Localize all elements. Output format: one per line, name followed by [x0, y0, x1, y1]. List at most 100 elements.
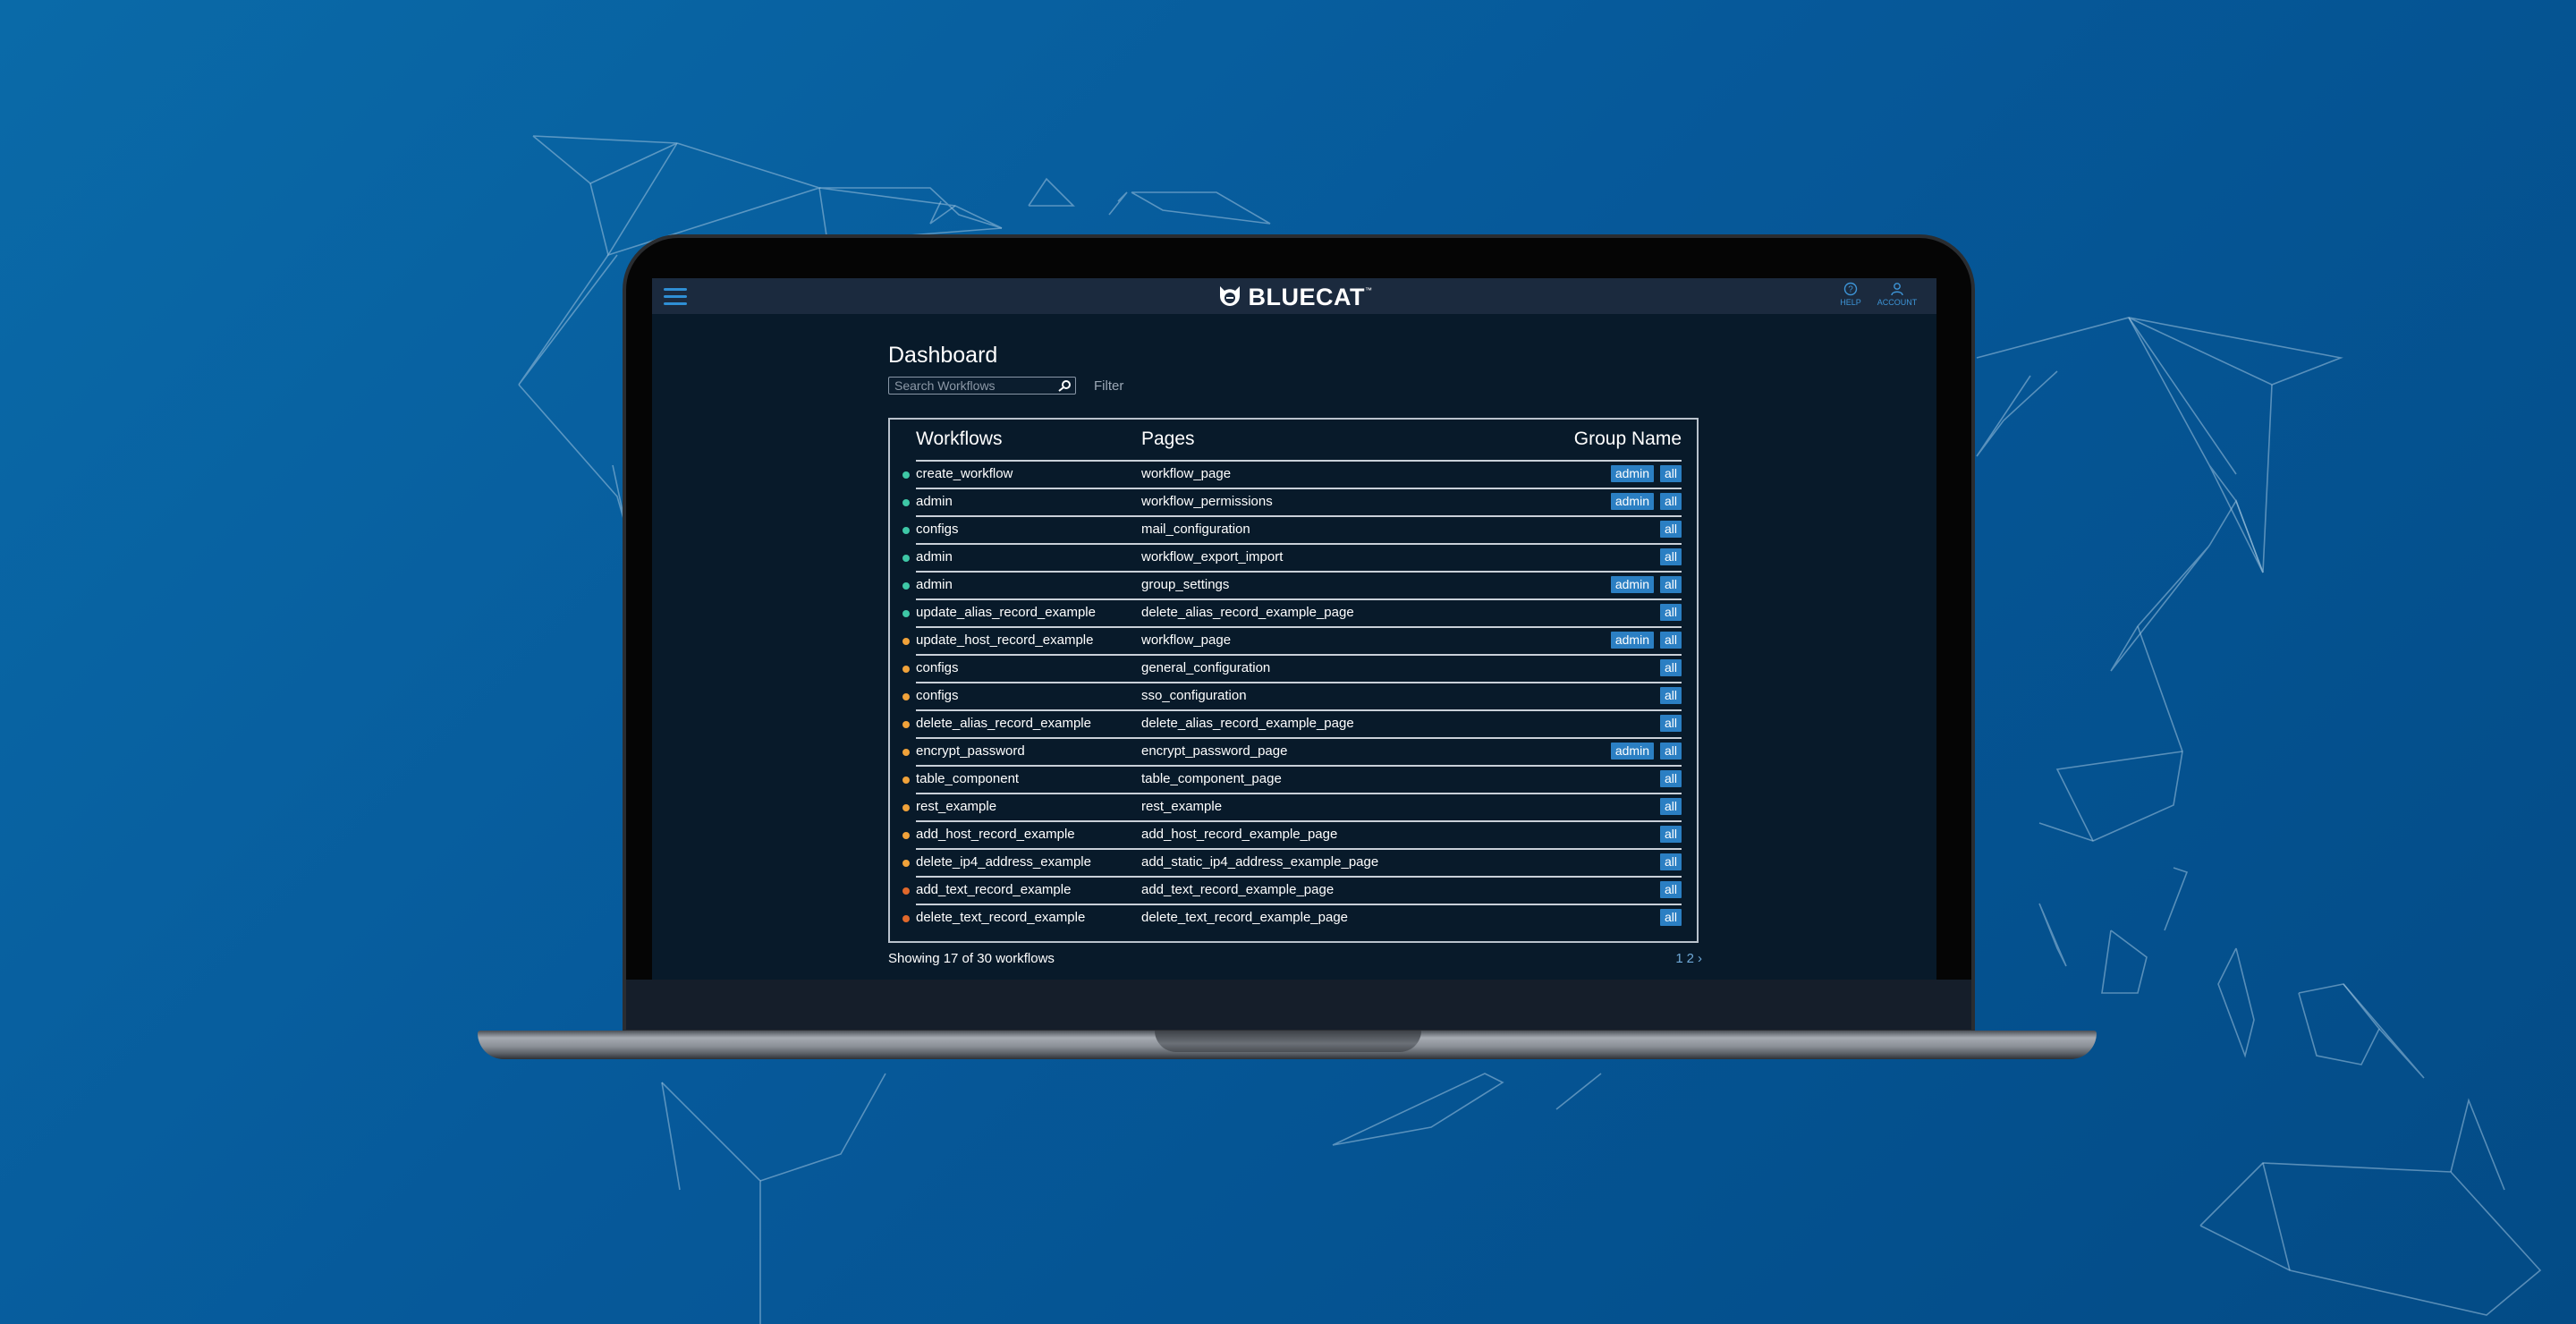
status-dot	[902, 860, 910, 867]
page-name[interactable]: delete_text_record_example_page	[1141, 910, 1348, 925]
workflow-name[interactable]: admin	[916, 577, 953, 592]
workflow-name[interactable]: configs	[916, 522, 959, 537]
status-dot	[902, 749, 910, 756]
workflow-name[interactable]: admin	[916, 494, 953, 509]
table-row[interactable]: encrypt_password encrypt_password_page adm…	[890, 737, 1697, 765]
workflow-name[interactable]: admin	[916, 549, 953, 564]
workflow-name[interactable]: rest_example	[916, 799, 996, 814]
group-tags: all	[1659, 909, 1682, 926]
page-name[interactable]: workflow_export_import	[1141, 549, 1283, 564]
group-tag-admin[interactable]: admin	[1610, 465, 1654, 482]
workflow-name[interactable]: update_alias_record_example	[916, 605, 1096, 620]
column-header-pages[interactable]: Pages	[1141, 429, 1195, 450]
group-tag-all[interactable]: all	[1659, 715, 1682, 732]
group-tag-all[interactable]: all	[1659, 465, 1682, 482]
page-name[interactable]: workflow_permissions	[1141, 494, 1273, 509]
workflow-name[interactable]: table_component	[916, 771, 1019, 786]
table-row[interactable]: delete_alias_record_example delete_alias_…	[890, 709, 1697, 737]
status-dot	[902, 638, 910, 645]
page-name[interactable]: add_static_ip4_address_example_page	[1141, 854, 1378, 870]
workflow-name[interactable]: delete_ip4_address_example	[916, 854, 1091, 870]
page-name[interactable]: mail_configuration	[1141, 522, 1250, 537]
page-name[interactable]: add_host_record_example_page	[1141, 827, 1337, 842]
logo-trademark: ™	[1364, 286, 1373, 294]
group-tag-all[interactable]: all	[1659, 576, 1682, 593]
table-row[interactable]: add_text_record_example add_text_record_e…	[890, 876, 1697, 904]
help-label: HELP	[1840, 298, 1861, 307]
group-tags: all	[1659, 770, 1682, 787]
group-tag-all[interactable]: all	[1659, 853, 1682, 870]
page-name[interactable]: add_text_record_example_page	[1141, 882, 1334, 897]
group-tag-admin[interactable]: admin	[1610, 493, 1654, 510]
column-header-group-name[interactable]: Group Name	[1574, 429, 1682, 450]
group-tags: all	[1659, 659, 1682, 676]
next-page-icon[interactable]: ›	[1698, 951, 1702, 966]
group-tag-all[interactable]: all	[1659, 687, 1682, 704]
group-tag-admin[interactable]: admin	[1610, 743, 1654, 760]
status-dot	[902, 582, 910, 590]
account-icon	[1891, 283, 1903, 296]
search-icon[interactable]	[1057, 379, 1072, 392]
group-tag-all[interactable]: all	[1659, 493, 1682, 510]
workflow-name[interactable]: update_host_record_example	[916, 632, 1093, 648]
group-tag-all[interactable]: all	[1659, 604, 1682, 621]
workflow-name[interactable]: add_host_record_example	[916, 827, 1075, 842]
table-row[interactable]: rest_example rest_example all	[890, 793, 1697, 820]
workflow-name[interactable]: configs	[916, 688, 959, 703]
group-tag-all[interactable]: all	[1659, 881, 1682, 898]
status-dot	[902, 555, 910, 562]
table-row[interactable]: configs mail_configuration all	[890, 515, 1697, 543]
group-tags: all	[1659, 521, 1682, 538]
filter-button[interactable]: Filter	[1094, 378, 1123, 394]
help-button[interactable]: ? HELP	[1835, 282, 1867, 307]
table-row[interactable]: admin group_settings admin all	[890, 571, 1697, 598]
table-row[interactable]: table_component table_component_page all	[890, 765, 1697, 793]
group-tag-all[interactable]: all	[1659, 743, 1682, 760]
page-name[interactable]: sso_configuration	[1141, 688, 1247, 703]
page-link-1[interactable]: 1	[1675, 951, 1682, 966]
page-name[interactable]: workflow_page	[1141, 466, 1231, 481]
workflow-name[interactable]: delete_text_record_example	[916, 910, 1085, 925]
workflow-name[interactable]: create_workflow	[916, 466, 1013, 481]
page-name[interactable]: table_component_page	[1141, 771, 1282, 786]
table-row[interactable]: admin workflow_permissions admin all	[890, 488, 1697, 515]
group-tag-all[interactable]: all	[1659, 826, 1682, 843]
page-name[interactable]: workflow_page	[1141, 632, 1231, 648]
workflow-name[interactable]: delete_alias_record_example	[916, 716, 1091, 731]
logo-text: BLUECAT	[1248, 284, 1365, 310]
group-tag-all[interactable]: all	[1659, 548, 1682, 565]
group-tag-all[interactable]: all	[1659, 770, 1682, 787]
group-tag-all[interactable]: all	[1659, 798, 1682, 815]
workflow-name[interactable]: encrypt_password	[916, 743, 1025, 759]
group-tag-admin[interactable]: admin	[1610, 576, 1654, 593]
table-row[interactable]: create_workflow workflow_page admin all	[890, 460, 1697, 488]
table-row[interactable]: delete_ip4_address_example add_static_ip4…	[890, 848, 1697, 876]
page-name[interactable]: delete_alias_record_example_page	[1141, 605, 1354, 620]
group-tag-all[interactable]: all	[1659, 909, 1682, 926]
group-tag-all[interactable]: all	[1659, 659, 1682, 676]
app-window: BLUECAT™ ? HELP ACCOUNT Dashboard Filter…	[652, 278, 1936, 980]
table-row[interactable]: add_host_record_example add_host_record_e…	[890, 820, 1697, 848]
group-tag-admin[interactable]: admin	[1610, 632, 1654, 649]
page-name[interactable]: general_configuration	[1141, 660, 1270, 675]
page-name[interactable]: rest_example	[1141, 799, 1222, 814]
column-header-workflows[interactable]: Workflows	[916, 429, 1002, 450]
page-name[interactable]: delete_alias_record_example_page	[1141, 716, 1354, 731]
table-row[interactable]: configs sso_configuration all	[890, 682, 1697, 709]
page-name[interactable]: group_settings	[1141, 577, 1229, 592]
page-link-2[interactable]: 2	[1687, 951, 1694, 966]
search-input[interactable]	[894, 378, 1054, 393]
group-tag-all[interactable]: all	[1659, 632, 1682, 649]
table-row[interactable]: update_host_record_example workflow_page a…	[890, 626, 1697, 654]
page-name[interactable]: encrypt_password_page	[1141, 743, 1287, 759]
help-icon: ?	[1843, 282, 1858, 296]
workflow-name[interactable]: add_text_record_example	[916, 882, 1071, 897]
table-row[interactable]: admin workflow_export_import all	[890, 543, 1697, 571]
table-row[interactable]: configs general_configuration all	[890, 654, 1697, 682]
group-tag-all[interactable]: all	[1659, 521, 1682, 538]
table-row[interactable]: delete_text_record_example delete_text_re…	[890, 904, 1697, 931]
table-row[interactable]: update_alias_record_example delete_alias_…	[890, 598, 1697, 626]
account-button[interactable]: ACCOUNT	[1874, 282, 1920, 307]
workflow-name[interactable]: configs	[916, 660, 959, 675]
status-dot	[902, 804, 910, 811]
